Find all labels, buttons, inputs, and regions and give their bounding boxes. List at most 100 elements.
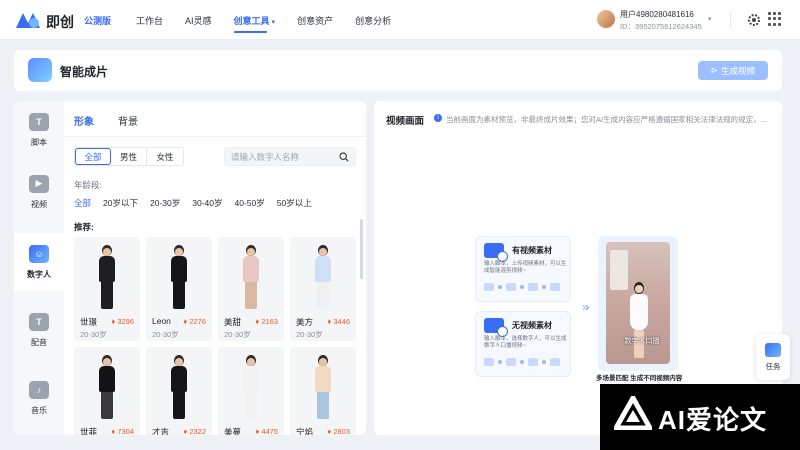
digital-human-figure: [168, 245, 190, 309]
flow-arrow-icon: »›: [582, 300, 589, 314]
avatar-card[interactable]: 才吉♦ 232220-30岁: [146, 347, 212, 435]
toolbar-divider: [730, 12, 731, 28]
panel-tab[interactable]: 形象: [74, 113, 94, 128]
avatar-card[interactable]: 美方 ♦ 3446 20-30岁: [290, 237, 356, 341]
panel-scrollbar[interactable]: [360, 219, 363, 279]
task-label: 任务: [765, 361, 781, 371]
preview-title: 视频画面: [386, 116, 425, 127]
avatar-heat-value: 2322: [189, 427, 206, 435]
avatar-image: [74, 237, 140, 309]
nav-item-label: 创意资产: [297, 16, 334, 26]
user-avatar[interactable]: [597, 10, 615, 28]
smart-video-icon: [28, 58, 52, 82]
search-icon[interactable]: [339, 152, 349, 162]
avatar-card[interactable]: 美蔓♦ 447520-30岁: [218, 347, 284, 435]
page-title-bar: 智能成片 ⊳ 生成视频: [14, 50, 782, 91]
avatar-heat: ♦ 3296: [111, 317, 134, 326]
age-option[interactable]: 20岁以下: [103, 197, 138, 209]
info-icon: i: [434, 114, 442, 122]
watermark-text: AI爱论文: [658, 405, 768, 435]
digital-human-search-input[interactable]: [231, 151, 335, 162]
user-name[interactable]: 用户4980280481616: [620, 9, 694, 20]
gender-option[interactable]: 女性: [147, 148, 183, 165]
user-menu-chevron-down-icon[interactable]: ▾: [708, 15, 712, 23]
avatar-card[interactable]: 世菲♦ 730420-30岁: [74, 347, 140, 435]
avatar-name: 美方: [296, 317, 314, 327]
nav-item[interactable]: 创意分析: [355, 14, 391, 27]
avatar-age: 20-30岁: [152, 330, 179, 339]
gender-filter: 全部 男性 女性: [74, 147, 184, 166]
nav-item-label: AI灵感: [185, 16, 212, 26]
avatar-image: [146, 237, 212, 309]
gender-option[interactable]: 男性: [111, 148, 147, 165]
multi-scene-label: 多场景匹配 生成不同视频内容: [596, 375, 683, 382]
send-icon: ⊳: [710, 65, 719, 75]
avatar-heat-value: 2803: [333, 427, 350, 435]
avatar-card[interactable]: 宁焰♦ 280320-30岁: [290, 347, 356, 435]
music-icon: ♪: [29, 380, 49, 399]
avatar-image: [290, 347, 356, 419]
rail-item[interactable]: T 脚本: [14, 101, 64, 159]
task-button[interactable]: 任务: [756, 334, 790, 380]
avatar-age: 20-30岁: [80, 330, 107, 339]
avatar-card[interactable]: 世璟 ♦ 3296 20-30岁: [74, 237, 140, 341]
flow-steps: [484, 283, 560, 291]
nav-item-label: 创意工具: [233, 16, 270, 26]
nav-item[interactable]: 创意资产: [297, 14, 333, 27]
avatar-name: 世菲: [80, 427, 98, 435]
avatar-heat-value: 2163: [261, 317, 278, 326]
rail-item[interactable]: ☺ 数字人: [14, 233, 64, 291]
rail-item[interactable]: T 配音: [14, 301, 64, 359]
script-icon: T: [29, 112, 49, 131]
nav-item[interactable]: 工作台: [136, 14, 163, 27]
page-bottom: [0, 436, 600, 450]
task-icon: [765, 342, 781, 357]
age-option[interactable]: 全部: [74, 197, 91, 209]
digital-human-figure: [240, 355, 262, 419]
settings-gear-icon[interactable]: [746, 12, 762, 28]
avatar-heat-value: 7304: [117, 427, 134, 435]
apps-grid-icon[interactable]: [768, 12, 782, 26]
avatar-heat-value: 2276: [189, 317, 206, 326]
nav-item-label: 工作台: [136, 16, 164, 26]
digital-human-panel: 形象背景 全部男性女性 年龄段: 全部20岁以下20-30岁30-40岁40-5…: [64, 101, 366, 435]
avatar-image: [218, 237, 284, 309]
digital-human-figure: [312, 355, 334, 419]
watermark: AI爱论文: [600, 384, 800, 450]
avatar-heat: ♦ 4475: [255, 427, 278, 435]
tabs-divider: [64, 136, 366, 137]
avatar-heat-value: 4475: [261, 427, 278, 435]
with-video-material-title: 有视频素材: [512, 246, 552, 255]
no-video-material-icon: [484, 318, 508, 337]
nav-item[interactable]: 创意工具 ▾: [233, 14, 276, 33]
age-option[interactable]: 40-50岁: [234, 197, 264, 209]
jichuang-logo[interactable]: [14, 10, 42, 30]
nav-item[interactable]: AI灵感: [185, 14, 212, 27]
digital-human-figure: [96, 245, 118, 309]
rail-item[interactable]: ♪ 音乐: [14, 369, 64, 427]
digital-human-icon: ☺: [29, 244, 49, 263]
chevron-down-icon: ▾: [271, 19, 276, 26]
recommend-label: 推荐:: [74, 222, 94, 232]
without-video-material-card: 无视频素材 输入脚本，选择数字人，可以生成数字人口播视频~: [475, 311, 571, 377]
avatar-image: [218, 347, 284, 419]
tool-rail: T 脚本 ▶ 视频 ☺ 数字人 T 配音 ♪ 音乐: [14, 101, 64, 435]
age-option[interactable]: 30-40岁: [192, 197, 222, 209]
age-option[interactable]: 20-30岁: [150, 197, 180, 209]
generate-video-button[interactable]: ⊳ 生成视频: [698, 61, 768, 80]
panel-tab[interactable]: 背景: [118, 113, 138, 128]
rail-item-label: 配音: [31, 337, 47, 347]
avatar-card[interactable]: 美甜 ♦ 2163 20-30岁: [218, 237, 284, 341]
rail-item-label: 音乐: [31, 405, 47, 415]
avatar-heat: ♦ 2163: [255, 317, 278, 326]
rail-item[interactable]: ▶ 视频: [14, 163, 64, 221]
avatar-image: [290, 237, 356, 309]
preview-notice: 当前画面为素材预览，非最终成片效果；您对AI生成内容应严格遵循国家相关法律法规的…: [446, 115, 767, 124]
avatar-card[interactable]: Leon ♦ 2276 20-30岁: [146, 237, 212, 341]
avatar-heat: ♦ 2276: [183, 317, 206, 326]
digital-human-figure: [96, 355, 118, 419]
gender-option[interactable]: 全部: [75, 148, 111, 165]
background-window: [610, 250, 628, 290]
brand-name[interactable]: 即创: [46, 12, 74, 32]
age-option[interactable]: 50岁以上: [277, 197, 312, 209]
